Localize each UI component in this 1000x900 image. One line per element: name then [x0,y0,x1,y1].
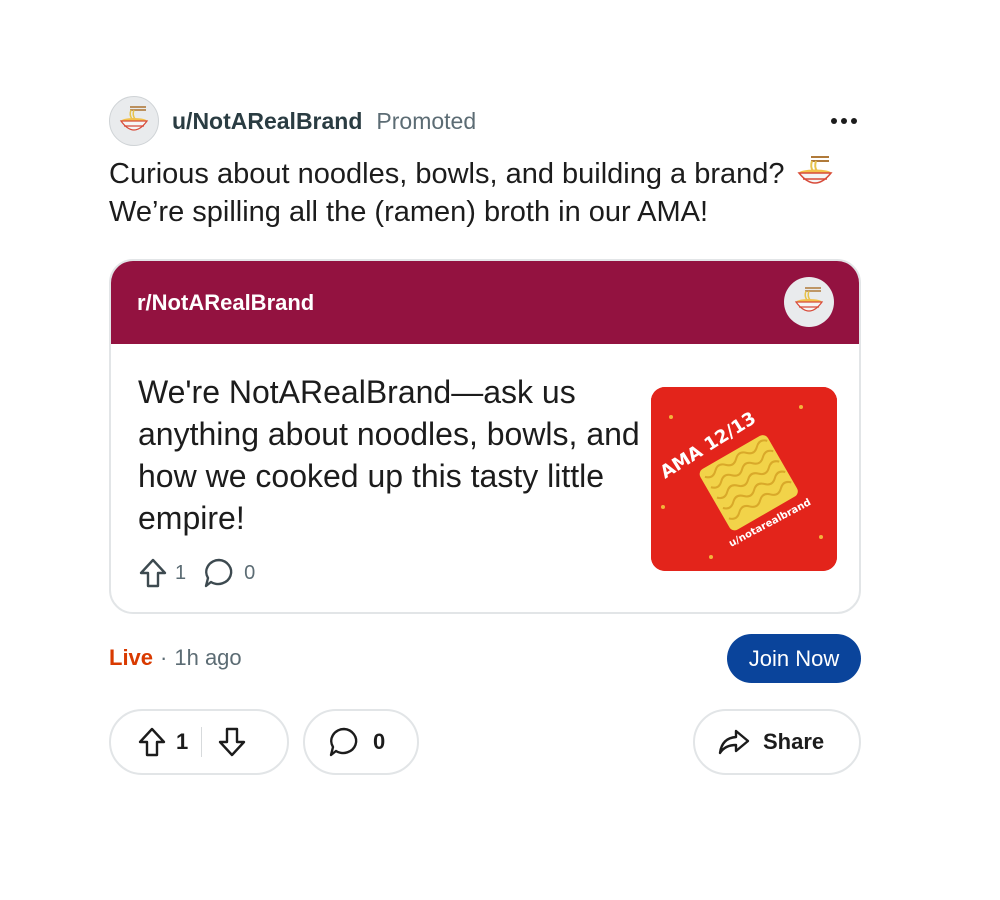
card-comment-count: 0 [244,561,256,584]
time-ago: 1h ago [174,645,242,670]
post-title-part-2: We’re spilling all the (ramen) broth in … [109,196,709,228]
share-label: Share [763,729,825,754]
card-stats: 1 0 [138,556,255,590]
downvote-button[interactable] [210,720,254,764]
action-bar: 1 0 Share [109,709,861,775]
post-header: u/NotARealBrand Promoted [109,96,861,146]
post-username[interactable]: u/NotARealBrand [172,108,362,135]
separator: · [160,645,168,670]
status-row: Live · 1h ago Join Now [109,634,861,683]
promoted-label: Promoted [376,107,477,134]
comment-icon [329,727,358,757]
subreddit-name[interactable]: r/NotARealBrand [137,290,314,316]
upvote-button[interactable] [130,720,174,764]
comment-icon [204,558,233,588]
card-upvote-count: 1 [175,561,187,584]
post-title-part-1: Curious about noodles, bowls, and buildi… [109,158,785,190]
ramen-bowl-icon [797,156,833,184]
more-options-button[interactable] [827,109,861,133]
upvote-icon [138,727,166,757]
ramen-bowl-icon [794,287,824,312]
vote-pill: 1 [109,709,289,775]
card-header: r/NotARealBrand [111,261,859,344]
vote-count: 1 [176,729,189,754]
comment-count: 0 [373,729,386,754]
ramen-bowl-icon [119,106,149,131]
user-avatar[interactable] [109,96,159,146]
comment-button[interactable]: 0 [303,709,419,775]
post-title[interactable]: Curious about noodles, bowls, and buildi… [109,155,839,231]
share-icon [718,729,750,755]
promoted-post: u/NotARealBrand Promoted Curious about n… [109,96,861,775]
share-button[interactable]: Share [693,709,861,775]
more-options-icon [831,118,857,124]
card-title[interactable]: We're NotARealBrand—ask us anything abou… [138,371,648,539]
vote-divider [201,727,203,757]
card-thumbnail[interactable]: AMA 12/13 u/notarealbrand [651,387,837,571]
noodle-block-image: AMA 12/13 u/notarealbrand [651,387,837,571]
embedded-ama-card[interactable]: r/NotARealBrand We're NotARealBrand—ask … [109,259,861,614]
downvote-icon [219,727,246,757]
upvote-icon [139,558,167,588]
live-label: Live [109,645,154,670]
join-now-button[interactable]: Join Now [727,634,861,683]
subreddit-avatar[interactable] [784,277,834,327]
